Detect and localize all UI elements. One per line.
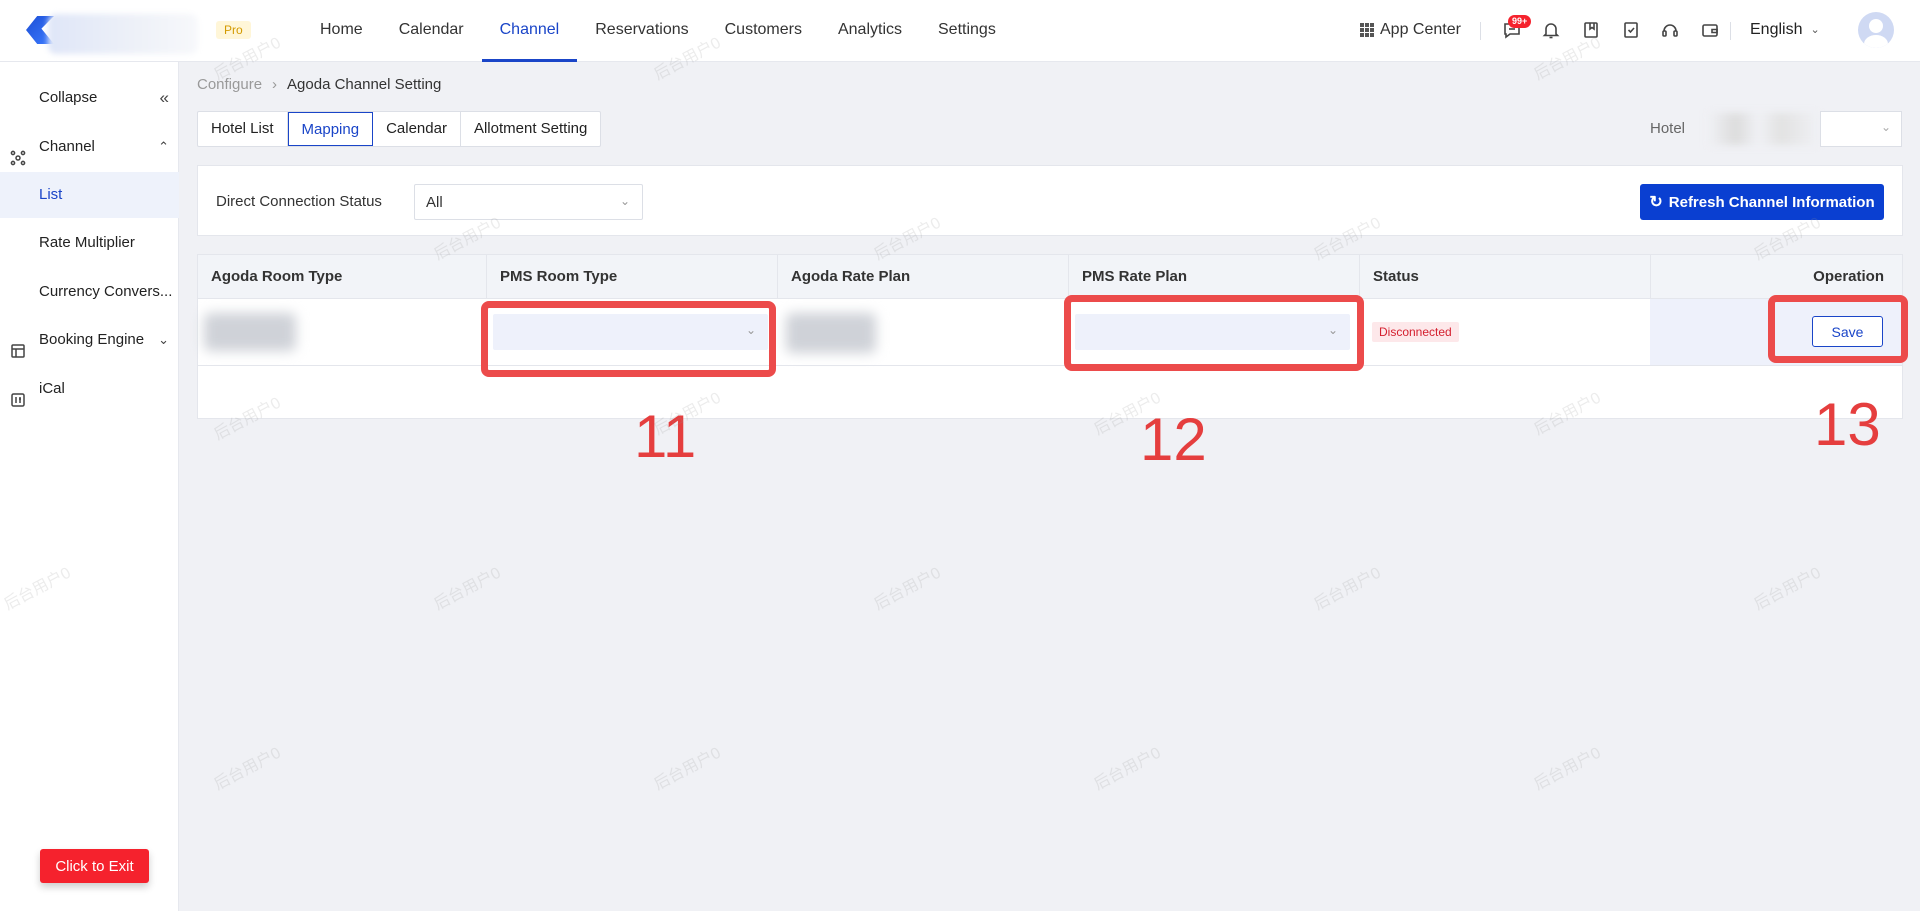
refresh-channel-button[interactable]: ↻ Refresh Channel Information: [1640, 184, 1884, 220]
chevron-right-icon: ›: [272, 76, 278, 93]
channel-icon: [10, 139, 26, 166]
watermark: 后台用户0: [1531, 744, 1604, 794]
nav-settings[interactable]: Settings: [920, 0, 1014, 62]
table-row: ⌄ ⌄ Disconnected: [198, 299, 1902, 366]
wallet-icon[interactable]: [1700, 20, 1720, 40]
chevron-up-icon: ⌃: [158, 139, 169, 154]
watermark: 后台用户0: [1311, 564, 1384, 614]
breadcrumb-current: Agoda Channel Setting: [287, 76, 442, 93]
ical-icon: [10, 381, 26, 407]
message-count-badge: 99+: [1508, 15, 1532, 28]
watermark: 后台用户0: [1751, 564, 1824, 614]
headset-icon[interactable]: [1660, 20, 1680, 40]
sidebar-item-list[interactable]: List: [0, 172, 179, 218]
tab-mapping[interactable]: Mapping: [287, 112, 374, 146]
watermark: 后台用户0: [871, 564, 944, 614]
avatar[interactable]: [1858, 12, 1894, 48]
task-icon[interactable]: [1621, 20, 1641, 40]
column-header: PMS Rate Plan: [1069, 255, 1360, 299]
hotel-name-blurred: [1708, 113, 1820, 145]
agoda-rate-plan-blurred: [786, 313, 876, 353]
direct-connection-status-label: Direct Connection Status: [216, 193, 382, 210]
chevron-down-icon: ⌄: [158, 332, 169, 347]
hotel-select[interactable]: ⌄: [1706, 111, 1902, 147]
double-chevron-left-icon: «: [159, 88, 169, 107]
sidebar-item-label: Currency Convers...: [39, 283, 173, 300]
watermark: 后台用户0: [211, 744, 284, 794]
bell-icon[interactable]: [1541, 20, 1561, 40]
highlight-box-11: [481, 301, 776, 377]
status-badge: Disconnected: [1372, 322, 1459, 342]
sidebar-item-currency-conversion[interactable]: Currency Convers...: [0, 269, 179, 315]
sidebar: Collapse « Channel ⌃ List Rate Multiplie…: [0, 62, 179, 911]
sidebar-collapse-label: Collapse: [39, 89, 98, 106]
column-header: Agoda Rate Plan: [778, 255, 1069, 299]
chevron-down-icon: ⌄: [619, 194, 630, 208]
nav-channel[interactable]: Channel: [481, 0, 578, 62]
highlight-box-13: [1768, 295, 1908, 363]
breadcrumb: Configure › Agoda Channel Setting: [197, 76, 441, 93]
tab-hotel-list[interactable]: Hotel List: [198, 112, 288, 146]
apps-grid-icon: [1360, 23, 1374, 37]
sidebar-item-booking-engine[interactable]: Booking Engine ⌄: [0, 317, 179, 363]
main-nav: Home Calendar Channel Reservations Custo…: [302, 0, 1014, 62]
exit-button[interactable]: Click to Exit: [40, 849, 149, 883]
divider: [1480, 22, 1481, 40]
column-header: Status: [1360, 255, 1651, 299]
highlight-box-12: [1064, 295, 1364, 371]
mapping-table: Agoda Room Type PMS Room Type Agoda Rate…: [197, 254, 1903, 419]
sidebar-item-label: Channel: [39, 138, 95, 155]
sidebar-item-label: iCal: [39, 380, 65, 397]
annotation-number-13: 13: [1814, 391, 1881, 458]
app-center-label: App Center: [1380, 21, 1461, 38]
watermark: 后台用户0: [1091, 744, 1164, 794]
sidebar-collapse[interactable]: Collapse «: [0, 75, 179, 121]
nav-home[interactable]: Home: [302, 0, 381, 62]
nav-customers[interactable]: Customers: [707, 0, 820, 62]
filter-panel: Direct Connection Status All ⌄ ↻ Refresh…: [197, 165, 1903, 236]
select-value: All: [426, 194, 443, 211]
sidebar-item-label: List: [39, 186, 63, 203]
direct-connection-status-select[interactable]: All ⌄: [414, 184, 643, 220]
watermark: 后台用户0: [431, 564, 504, 614]
app-center-button[interactable]: App Center: [1360, 0, 1461, 60]
language-selector[interactable]: English ⌄: [1750, 0, 1820, 60]
table-header: Agoda Room Type PMS Room Type Agoda Rate…: [198, 255, 1902, 299]
sidebar-item-ical[interactable]: iCal: [0, 366, 179, 412]
sidebar-item-label: Booking Engine: [39, 331, 145, 348]
language-label: English: [1750, 21, 1803, 38]
chevron-down-icon: ⌄: [1880, 120, 1891, 134]
nav-analytics[interactable]: Analytics: [820, 0, 920, 62]
sidebar-item-channel[interactable]: Channel ⌃: [0, 124, 179, 170]
logo-text-blurred: [48, 14, 198, 54]
booking-engine-icon: [10, 332, 26, 358]
chevron-down-icon: ⌄: [1810, 24, 1820, 36]
annotation-number-12: 12: [1140, 406, 1207, 473]
top-bar: Pro Home Calendar Channel Reservations C…: [0, 0, 1920, 62]
agoda-room-type-blurred: [204, 313, 296, 351]
refresh-button-label: Refresh Channel Information: [1668, 193, 1875, 211]
column-header: PMS Room Type: [487, 255, 778, 299]
watermark: 后台用户0: [651, 744, 724, 794]
tab-calendar[interactable]: Calendar: [373, 112, 461, 146]
plan-badge: Pro: [216, 21, 251, 39]
hotel-label: Hotel: [1650, 120, 1686, 137]
tab-bar: Hotel List Mapping Calendar Allotment Se…: [197, 111, 602, 147]
nav-calendar[interactable]: Calendar: [381, 0, 482, 62]
logo[interactable]: [22, 10, 202, 54]
column-header: Operation: [1813, 268, 1884, 285]
refresh-icon: ↻: [1649, 194, 1663, 211]
tab-allotment-setting[interactable]: Allotment Setting: [461, 112, 600, 146]
sidebar-item-label: Rate Multiplier: [39, 234, 135, 251]
sidebar-item-rate-multiplier[interactable]: Rate Multiplier: [0, 220, 179, 266]
divider: [1730, 22, 1731, 40]
hotel-select-box[interactable]: ⌄: [1820, 111, 1902, 147]
